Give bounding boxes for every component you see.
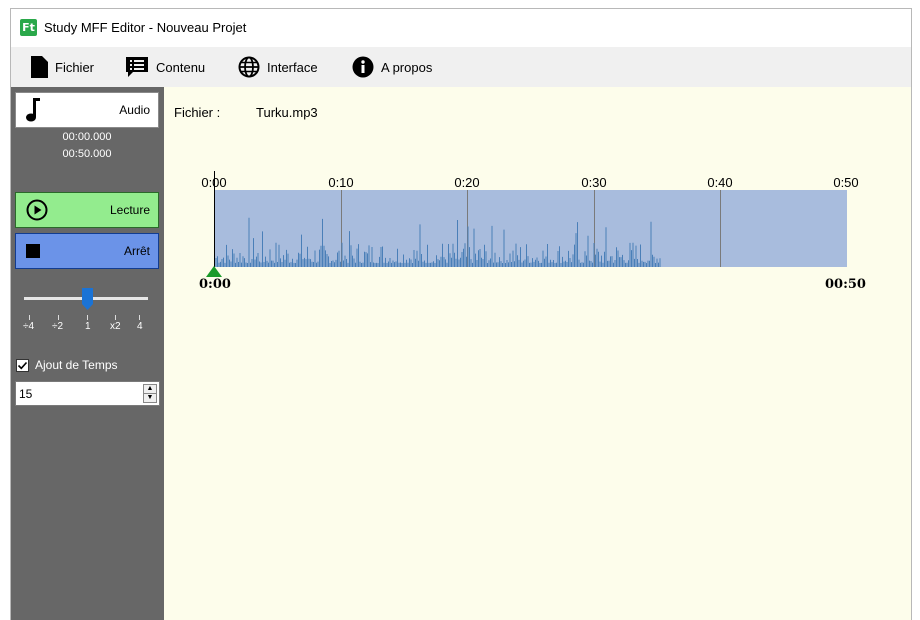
current-time: 00:00.000 — [62, 131, 112, 143]
spin-down-button[interactable]: ▼ — [143, 393, 157, 403]
waveform-timeline[interactable] — [214, 190, 847, 267]
ruler-label: 0:50 — [833, 175, 859, 190]
menu-bar: Fichier Contenu Interface A propos — [11, 47, 911, 87]
play-button-label: Lecture — [109, 203, 150, 217]
info-icon — [352, 56, 374, 78]
file-name: Turku.mp3 — [256, 105, 318, 120]
speed-tick-label: 1 — [85, 321, 91, 332]
app-logo-icon: Ft — [20, 19, 37, 36]
file-label: Fichier : — [174, 105, 221, 120]
music-note-icon — [26, 98, 40, 122]
speed-tick-label: ÷4 — [23, 321, 35, 332]
speed-tick-label: 4 — [137, 321, 143, 332]
add-time-stepper[interactable]: 15 ▲ ▼ — [15, 381, 160, 406]
waveform — [215, 190, 721, 267]
ruler-label: 0:10 — [328, 175, 354, 190]
speed-tick — [29, 315, 30, 320]
speed-tick — [87, 315, 88, 320]
ruler-label: 0:30 — [581, 175, 607, 190]
menu-contenu-label: Contenu — [156, 59, 206, 75]
total-time: 00:50.000 — [62, 148, 112, 160]
menu-fichier[interactable]: Fichier — [31, 47, 94, 87]
menu-interface[interactable]: Interface — [238, 47, 318, 87]
menu-a-propos[interactable]: A propos — [352, 47, 432, 87]
ruler-label: 0:40 — [707, 175, 733, 190]
ruler-label: 0:20 — [454, 175, 480, 190]
speed-tick — [58, 315, 59, 320]
checkmark-icon — [17, 361, 28, 370]
main-panel: Fichier : Turku.mp3 0:00 0:10 0:20 0:30 … — [164, 87, 911, 620]
add-time-checkbox[interactable] — [16, 359, 29, 372]
speed-tick — [115, 315, 116, 320]
playhead[interactable] — [214, 171, 215, 267]
play-button[interactable]: Lecture — [15, 192, 159, 228]
sidebar: Audio 00:00.000 00:50.000 Lecture Arrêt … — [11, 87, 164, 620]
start-marker-icon[interactable] — [206, 266, 222, 277]
play-circle-icon — [26, 199, 48, 221]
app-window: Ft Study MFF Editor - Nouveau Projet Fic… — [10, 8, 912, 620]
speed-slider-thumb[interactable] — [82, 288, 93, 310]
audio-button[interactable]: Audio — [15, 92, 159, 128]
globe-icon — [238, 56, 260, 78]
stop-icon — [26, 244, 40, 258]
add-time-label: Ajout de Temps — [35, 358, 118, 372]
waveform-bars — [215, 217, 661, 267]
speed-tick-label: ÷2 — [52, 321, 64, 332]
selection-start-time: 0:00 — [199, 277, 231, 292]
file-icon — [31, 56, 48, 78]
window-title: Study MFF Editor - Nouveau Projet — [44, 20, 247, 35]
stop-button-label: Arrêt — [123, 244, 150, 258]
speed-tick-label: x2 — [110, 321, 121, 332]
menu-contenu[interactable]: Contenu — [125, 47, 205, 87]
speed-tick — [139, 315, 140, 320]
stop-button[interactable]: Arrêt — [15, 233, 159, 269]
menu-fichier-label: Fichier — [55, 59, 95, 75]
selection-end-time: 00:50 — [825, 277, 866, 292]
title-bar: Ft Study MFF Editor - Nouveau Projet — [11, 9, 911, 47]
menu-a-propos-label: A propos — [381, 59, 433, 75]
menu-interface-label: Interface — [267, 59, 318, 75]
audio-button-label: Audio — [119, 103, 150, 117]
list-icon — [126, 57, 148, 77]
add-time-value[interactable]: 15 — [19, 387, 32, 401]
